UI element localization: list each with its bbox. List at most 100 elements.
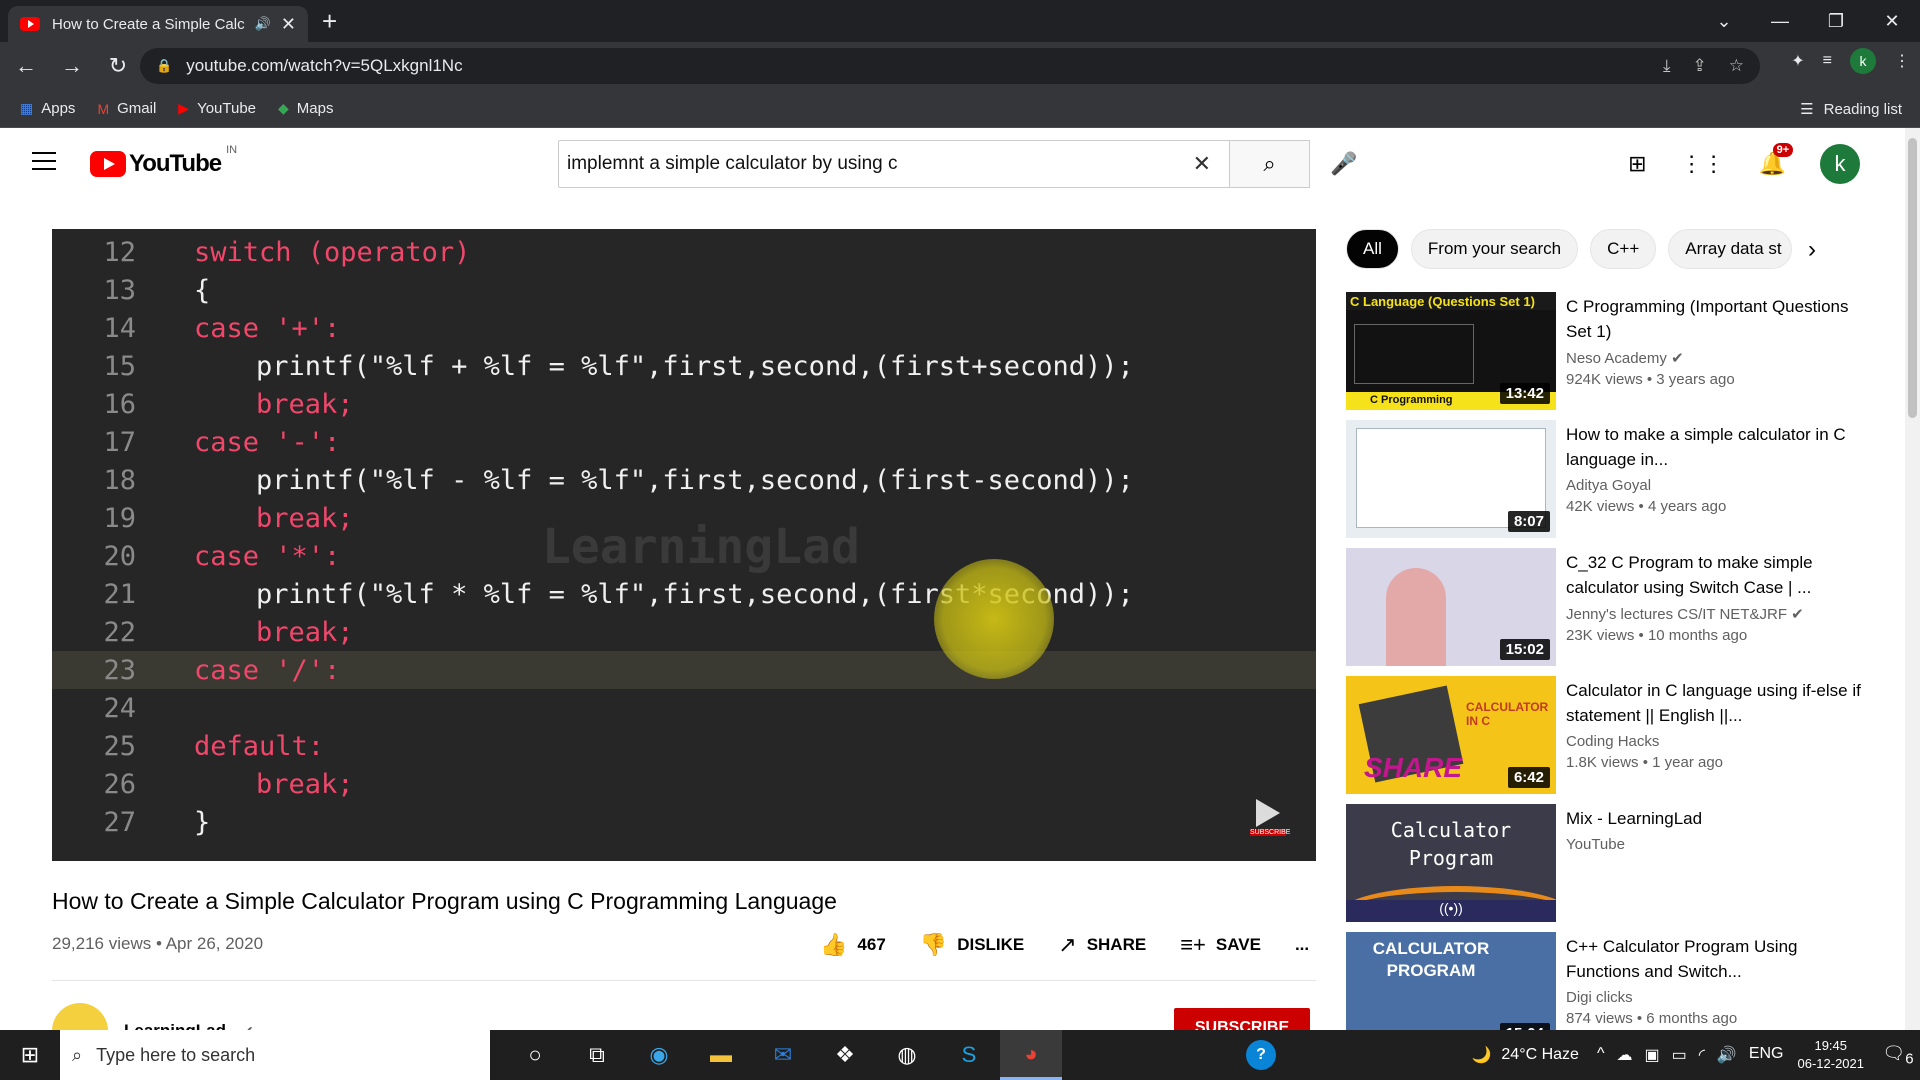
- taskbar-apps: ○ ⧉ ◉ ▬ ✉ ❖ ◍ S ◕: [504, 1030, 1062, 1080]
- reading-list-button[interactable]: ☰ Reading list: [1800, 100, 1902, 119]
- weather-widget[interactable]: 🌙 24°C Haze: [1471, 1045, 1578, 1065]
- notification-center-icon[interactable]: 🗨6: [1876, 1043, 1920, 1068]
- install-icon[interactable]: ⤓: [1663, 56, 1671, 76]
- recommendation-item[interactable]: C Language (Questions Set 1) C Programmi…: [1346, 292, 1886, 412]
- forward-button[interactable]: →: [52, 46, 92, 86]
- tab-search-icon[interactable]: ⌄: [1696, 0, 1752, 42]
- code-text: case '*':: [194, 540, 341, 572]
- search-button[interactable]: ⌕: [1230, 140, 1310, 188]
- cortana-icon[interactable]: ○: [504, 1030, 566, 1080]
- apps-icon[interactable]: ⋮⋮: [1681, 151, 1725, 177]
- device-icon[interactable]: ▣: [1644, 1045, 1659, 1065]
- chevron-up-icon[interactable]: ^: [1597, 1045, 1605, 1065]
- task-view-icon[interactable]: ⧉: [566, 1030, 628, 1080]
- recommendation-item[interactable]: CALCULATOR IN C SHARE 6:42 Calculator in…: [1346, 676, 1886, 796]
- youtube-logo[interactable]: YouTube IN: [90, 144, 237, 178]
- page-scrollbar[interactable]: [1905, 128, 1920, 1030]
- notifications-bell-icon[interactable]: 🔔 9+: [1759, 143, 1794, 177]
- wifi-icon[interactable]: ◜: [1699, 1045, 1705, 1065]
- cloud-icon[interactable]: ☁: [1616, 1045, 1632, 1065]
- share-button[interactable]: ↗ SHARE: [1058, 932, 1146, 958]
- system-tray: 🌙 24°C Haze ^ ☁ ▣ ▭ ◜ 🔊 ENG 19:45 06-12-2…: [1471, 1030, 1920, 1080]
- share-page-icon[interactable]: ⇪: [1693, 56, 1707, 76]
- close-tab-icon[interactable]: ✕: [281, 14, 296, 35]
- search-input[interactable]: implemnt a simple calculator by using c …: [558, 140, 1230, 188]
- menu-kebab-icon[interactable]: ⋮: [1894, 51, 1910, 71]
- video-thumbnail[interactable]: C Language (Questions Set 1) C Programmi…: [1346, 292, 1556, 410]
- chip-all[interactable]: All: [1346, 229, 1399, 269]
- mail-icon[interactable]: ✉: [752, 1030, 814, 1080]
- clear-search-icon[interactable]: ✕: [1183, 151, 1221, 177]
- bookmark-gmail[interactable]: M Gmail: [97, 100, 156, 117]
- recommendation-channel[interactable]: Digi clicks: [1566, 989, 1866, 1006]
- minimize-button[interactable]: —: [1752, 0, 1808, 42]
- speaker-icon[interactable]: 🔊: [255, 16, 271, 32]
- recommendation-title[interactable]: C_32 C Program to make simple calculator…: [1566, 550, 1866, 600]
- video-thumbnail[interactable]: 8:07: [1346, 420, 1556, 538]
- taskbar-search-input[interactable]: ⌕ Type here to search: [60, 1030, 490, 1080]
- dropbox-icon[interactable]: ❖: [814, 1030, 876, 1080]
- video-thumbnail[interactable]: 15:02: [1346, 548, 1556, 666]
- restore-button[interactable]: ❐: [1808, 0, 1864, 42]
- voice-search-icon[interactable]: 🎤: [1324, 144, 1364, 184]
- code-line: 15 printf("%lf + %lf = %lf",first,second,…: [52, 347, 1316, 385]
- close-window-button[interactable]: ✕: [1864, 0, 1920, 42]
- chip-cpp[interactable]: C++: [1590, 229, 1657, 269]
- video-thumbnail[interactable]: Calculator Program ((•)): [1346, 804, 1556, 922]
- profile-avatar[interactable]: k: [1850, 48, 1876, 74]
- scrollbar-thumb[interactable]: [1908, 138, 1917, 418]
- edge-icon[interactable]: ◉: [628, 1030, 690, 1080]
- recommendation-item[interactable]: 15:02 C_32 C Program to make simple calc…: [1346, 548, 1886, 668]
- video-player[interactable]: LearningLad 12 switch (operator) 13{14 case…: [52, 229, 1316, 861]
- bookmark-maps[interactable]: ◆ Maps: [278, 100, 333, 117]
- recommendation-title[interactable]: Mix - LearningLad: [1566, 806, 1866, 831]
- language-indicator[interactable]: ENG: [1749, 1045, 1784, 1065]
- bookmark-apps[interactable]: ▦ Apps: [20, 100, 75, 117]
- chevron-right-icon[interactable]: ›: [1808, 236, 1816, 264]
- recommendation-title[interactable]: C Programming (Important Questions Set 1…: [1566, 294, 1866, 344]
- account-avatar[interactable]: k: [1820, 144, 1860, 184]
- recommendation-channel[interactable]: YouTube: [1566, 836, 1866, 853]
- extensions-icon[interactable]: ✦: [1791, 51, 1804, 71]
- video-thumbnail[interactable]: CALCULATOR IN C SHARE 6:42: [1346, 676, 1556, 794]
- skype-icon[interactable]: S: [938, 1030, 1000, 1080]
- new-tab-button[interactable]: +: [322, 6, 337, 36]
- recommendation-item[interactable]: Calculator Program ((•)) Mix - LearningL…: [1346, 804, 1886, 924]
- recommendation-channel[interactable]: Neso Academy ✔: [1566, 349, 1866, 367]
- recommendation-title[interactable]: How to make a simple calculator in C lan…: [1566, 422, 1866, 472]
- chip-from-search[interactable]: From your search: [1410, 229, 1579, 269]
- save-button[interactable]: ≡+ SAVE: [1180, 932, 1261, 958]
- lock-icon[interactable]: 🔒: [156, 58, 172, 74]
- hamburger-menu-icon[interactable]: [32, 152, 56, 170]
- bookmark-youtube[interactable]: ▶ YouTube: [178, 100, 256, 117]
- volume-icon[interactable]: 🔊: [1717, 1045, 1737, 1065]
- recommendation-title[interactable]: C++ Calculator Program Using Functions a…: [1566, 934, 1866, 984]
- chip-array[interactable]: Array data st: [1668, 229, 1793, 269]
- media-control-icon[interactable]: ≡: [1823, 52, 1832, 70]
- battery-icon[interactable]: ▭: [1672, 1045, 1687, 1065]
- recommendation-item[interactable]: 8:07 How to make a simple calculator in …: [1346, 420, 1886, 540]
- address-bar[interactable]: 🔒 youtube.com/watch?v=5QLxkgnl1Nc ⤓ ⇪ ☆: [140, 48, 1760, 84]
- dislike-button[interactable]: 👎 DISLIKE: [920, 932, 1024, 958]
- line-number: 25: [103, 730, 136, 762]
- divider: [52, 980, 1316, 981]
- clock[interactable]: 19:45 06-12-2021: [1798, 1037, 1865, 1073]
- more-actions-button[interactable]: ...: [1295, 935, 1309, 955]
- browser-tab[interactable]: How to Create a Simple Calc 🔊 ✕: [8, 6, 308, 42]
- like-button[interactable]: 👍 467: [820, 932, 886, 958]
- reload-button[interactable]: ↻: [98, 46, 138, 86]
- recommendation-channel[interactable]: Jenny's lectures CS/IT NET&JRF ✔: [1566, 605, 1866, 623]
- bookmark-star-icon[interactable]: ☆: [1729, 56, 1744, 76]
- recommendation-channel[interactable]: Aditya Goyal: [1566, 477, 1866, 494]
- create-video-icon[interactable]: ⊞: [1628, 151, 1646, 177]
- file-explorer-icon[interactable]: ▬: [690, 1030, 752, 1080]
- help-icon[interactable]: ?: [1246, 1040, 1276, 1070]
- recommendation-channel[interactable]: Coding Hacks: [1566, 733, 1866, 750]
- back-button[interactable]: ←: [6, 46, 46, 86]
- windows-start-icon[interactable]: ⊞: [0, 1030, 60, 1080]
- subscribe-watermark-icon[interactable]: SUBSCRIBE: [1250, 799, 1290, 841]
- country-code: IN: [226, 144, 238, 156]
- recommendation-title[interactable]: Calculator in C language using if-else i…: [1566, 678, 1866, 728]
- app-icon[interactable]: ◍: [876, 1030, 938, 1080]
- chrome-icon[interactable]: ◕: [1000, 1030, 1062, 1080]
